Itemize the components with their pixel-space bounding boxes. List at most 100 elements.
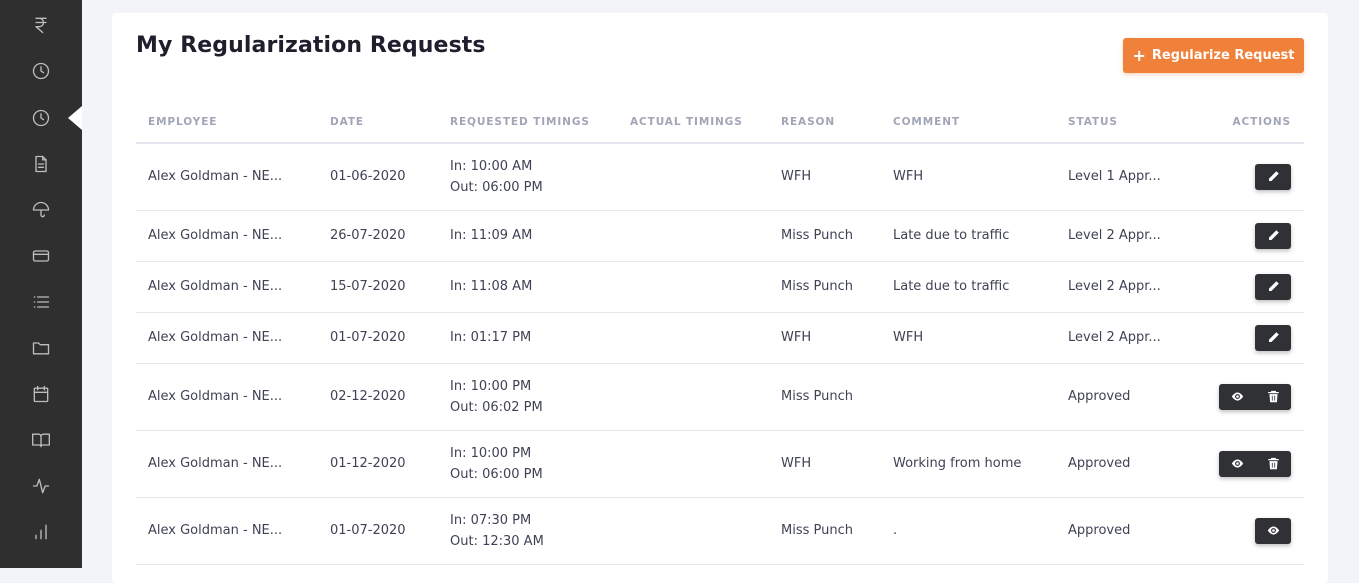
requested-in: In: 11:08 AM: [450, 279, 533, 294]
cell-reason: Miss Punch: [769, 210, 881, 262]
nav-umbrella[interactable]: [0, 187, 82, 233]
eye-icon: [1231, 392, 1243, 401]
cell-actual-timings: [618, 261, 769, 313]
nav-bar-chart[interactable]: [0, 509, 82, 555]
cell-date: 01-07-2020: [318, 312, 438, 364]
edit-button[interactable]: [1255, 325, 1291, 351]
cell-requested-timings: In: 11:09 AM: [438, 210, 618, 262]
nav-clock-1[interactable]: [0, 48, 82, 94]
view-button[interactable]: [1255, 518, 1291, 544]
clock-icon: [32, 62, 50, 80]
cell-actions: [1204, 497, 1304, 565]
cell-employee: Alex Goldman - NE...: [136, 497, 318, 565]
cell-date: 01-06-2020: [318, 143, 438, 211]
trash-icon: [1267, 457, 1279, 470]
view-button[interactable]: [1219, 384, 1255, 410]
requested-in: In: 10:00 PM: [450, 378, 532, 394]
requested-in: In: 01:17 PM: [450, 330, 532, 345]
cell-actions: [1204, 210, 1304, 262]
cell-status: Approved: [1056, 430, 1204, 498]
cell-status: Approved: [1056, 497, 1204, 565]
nav-credit-card[interactable]: [0, 233, 82, 279]
bar-chart-icon: [35, 524, 47, 540]
cell-actions: [1204, 143, 1304, 211]
pencil-icon: [1268, 230, 1279, 240]
pencil-icon: [1268, 171, 1279, 182]
pencil-icon: [1268, 281, 1279, 291]
requested-out: Out: 12:30 AM: [450, 533, 544, 549]
cell-actual-timings: [618, 363, 769, 431]
cell-comment: [881, 363, 1056, 431]
requested-in: In: 11:09 AM: [450, 228, 533, 243]
credit-card-icon: [32, 250, 50, 262]
cell-comment: WFH: [881, 312, 1056, 364]
header-actions: Actions: [1204, 113, 1304, 144]
header-date[interactable]: Date: [318, 113, 438, 144]
book-icon: [31, 433, 50, 448]
cell-reason: Miss Punch: [769, 363, 881, 431]
umbrella-icon: [32, 201, 50, 218]
activity-icon: [32, 478, 50, 494]
cell-employee: Alex Goldman - NE...: [136, 312, 318, 364]
action-button-group: [1255, 222, 1291, 249]
cell-employee: Alex Goldman - NE...: [136, 261, 318, 313]
edit-button[interactable]: [1255, 164, 1291, 190]
header-employee[interactable]: Employee: [136, 113, 318, 144]
pencil-icon: [1268, 332, 1279, 342]
nav-folder[interactable]: [0, 325, 82, 371]
eye-icon: [1267, 526, 1279, 535]
view-button[interactable]: [1219, 451, 1255, 477]
header-reason[interactable]: Reason: [769, 113, 881, 144]
nav-document[interactable]: [0, 141, 82, 187]
cell-employee: Alex Goldman - NE...: [136, 143, 318, 211]
cell-comment: Late due to traffic: [881, 261, 1056, 313]
cell-actual-timings: [618, 312, 769, 364]
document-icon: [35, 155, 47, 173]
cell-reason: Miss Punch: [769, 497, 881, 565]
action-button-group: [1255, 324, 1291, 351]
cell-requested-timings: In: 07:30 PM Out: 12:30 AM: [438, 497, 618, 565]
cell-actual-timings: [618, 210, 769, 262]
nav-calendar[interactable]: [0, 371, 82, 417]
header-comment[interactable]: Comment: [881, 113, 1056, 144]
edit-button[interactable]: [1255, 223, 1291, 249]
table-row: Alex Goldman - NE... 01-06-2020 In: 10:00 …: [136, 143, 1304, 211]
cell-date: 02-12-2020: [318, 363, 438, 431]
delete-button[interactable]: [1255, 384, 1291, 410]
header-actual-timings[interactable]: Actual Timings: [618, 113, 769, 144]
header-status[interactable]: Status: [1056, 113, 1204, 144]
cell-date: 01-07-2020: [318, 497, 438, 565]
cell-reason: WFH: [769, 430, 881, 498]
cell-employee: Alex Goldman - NE...: [136, 363, 318, 431]
cell-date: 15-07-2020: [318, 261, 438, 313]
requested-out: Out: 06:00 PM: [450, 179, 543, 195]
list-icon: [33, 296, 50, 308]
cell-reason: WFH: [769, 143, 881, 211]
nav-clock-2[interactable]: [0, 95, 82, 141]
table-row: Alex Goldman - NE... 15-07-2020 In: 11:08 …: [136, 261, 1304, 313]
cell-actual-timings: [618, 430, 769, 498]
regularize-request-label: Regularize Request: [1151, 48, 1295, 63]
clock-icon: [32, 109, 50, 127]
nav-book[interactable]: [0, 417, 82, 463]
cell-actions: [1204, 312, 1304, 364]
plus-icon: +: [1132, 45, 1146, 65]
nav-list[interactable]: [0, 279, 82, 325]
cell-employee: Alex Goldman - NE...: [136, 430, 318, 498]
nav-rupee[interactable]: [0, 2, 82, 48]
cell-date: 26-07-2020: [318, 210, 438, 262]
regularize-request-button[interactable]: + Regularize Request: [1123, 38, 1304, 73]
edit-button[interactable]: [1255, 274, 1291, 300]
cell-comment: Working from home: [881, 430, 1056, 498]
header-requested-timings[interactable]: Requested Timings: [438, 113, 618, 144]
cell-status: Approved: [1056, 363, 1204, 431]
action-button-group: [1219, 450, 1291, 477]
nav-activity[interactable]: [0, 463, 82, 509]
folder-icon: [32, 342, 50, 355]
action-button-group: [1255, 517, 1291, 544]
cell-comment: .: [881, 497, 1056, 565]
eye-icon: [1231, 459, 1243, 468]
requests-table: Employee Date Requested Timings Actual T…: [136, 113, 1304, 565]
delete-button[interactable]: [1255, 451, 1291, 477]
requested-in: In: 10:00 PM: [450, 445, 532, 461]
